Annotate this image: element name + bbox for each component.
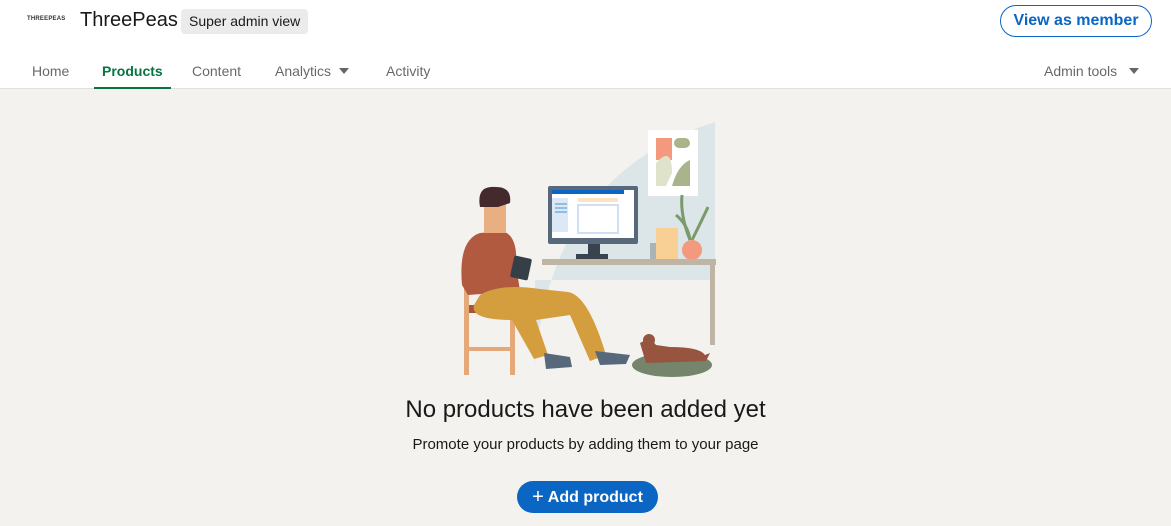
wall-art-icon xyxy=(648,130,698,196)
view-as-member-button[interactable]: View as member xyxy=(1000,5,1152,37)
tab-analytics[interactable]: Analytics xyxy=(275,52,350,89)
admin-tools-label: Admin tools xyxy=(1044,63,1118,79)
tab-label: Home xyxy=(32,63,70,79)
plus-icon: + xyxy=(532,486,544,508)
tab-label: Products xyxy=(102,63,163,79)
add-product-label: Add product xyxy=(547,489,643,506)
tab-content[interactable]: Content xyxy=(192,52,241,89)
add-product-button[interactable]: + Add product xyxy=(517,481,658,513)
dog-icon xyxy=(632,334,712,377)
caret-down-icon xyxy=(339,68,350,75)
tab-activity[interactable]: Activity xyxy=(386,52,430,89)
tab-products[interactable]: Products xyxy=(94,52,171,89)
org-name[interactable]: ThreePeas xyxy=(80,9,178,32)
page-header: THREEPEAS ThreePeas Super admin view Vie… xyxy=(0,0,1171,89)
empty-state-title: No products have been added yet xyxy=(405,396,766,423)
tab-label: Analytics xyxy=(275,63,332,79)
tab-label: Activity xyxy=(386,63,431,79)
org-logo[interactable]: THREEPEAS xyxy=(27,16,65,22)
empty-state-subtitle: Promote your products by adding them to … xyxy=(412,436,759,453)
desk-icon xyxy=(542,259,716,265)
admin-view-badge: Super admin view xyxy=(181,9,309,34)
empty-state-illustration xyxy=(461,122,716,377)
folder-icon xyxy=(656,228,678,259)
tab-home[interactable]: Home xyxy=(32,52,69,89)
tab-label: Content xyxy=(192,63,242,79)
admin-tools-dropdown[interactable]: Admin tools xyxy=(1044,52,1140,89)
caret-down-icon xyxy=(1129,68,1140,75)
